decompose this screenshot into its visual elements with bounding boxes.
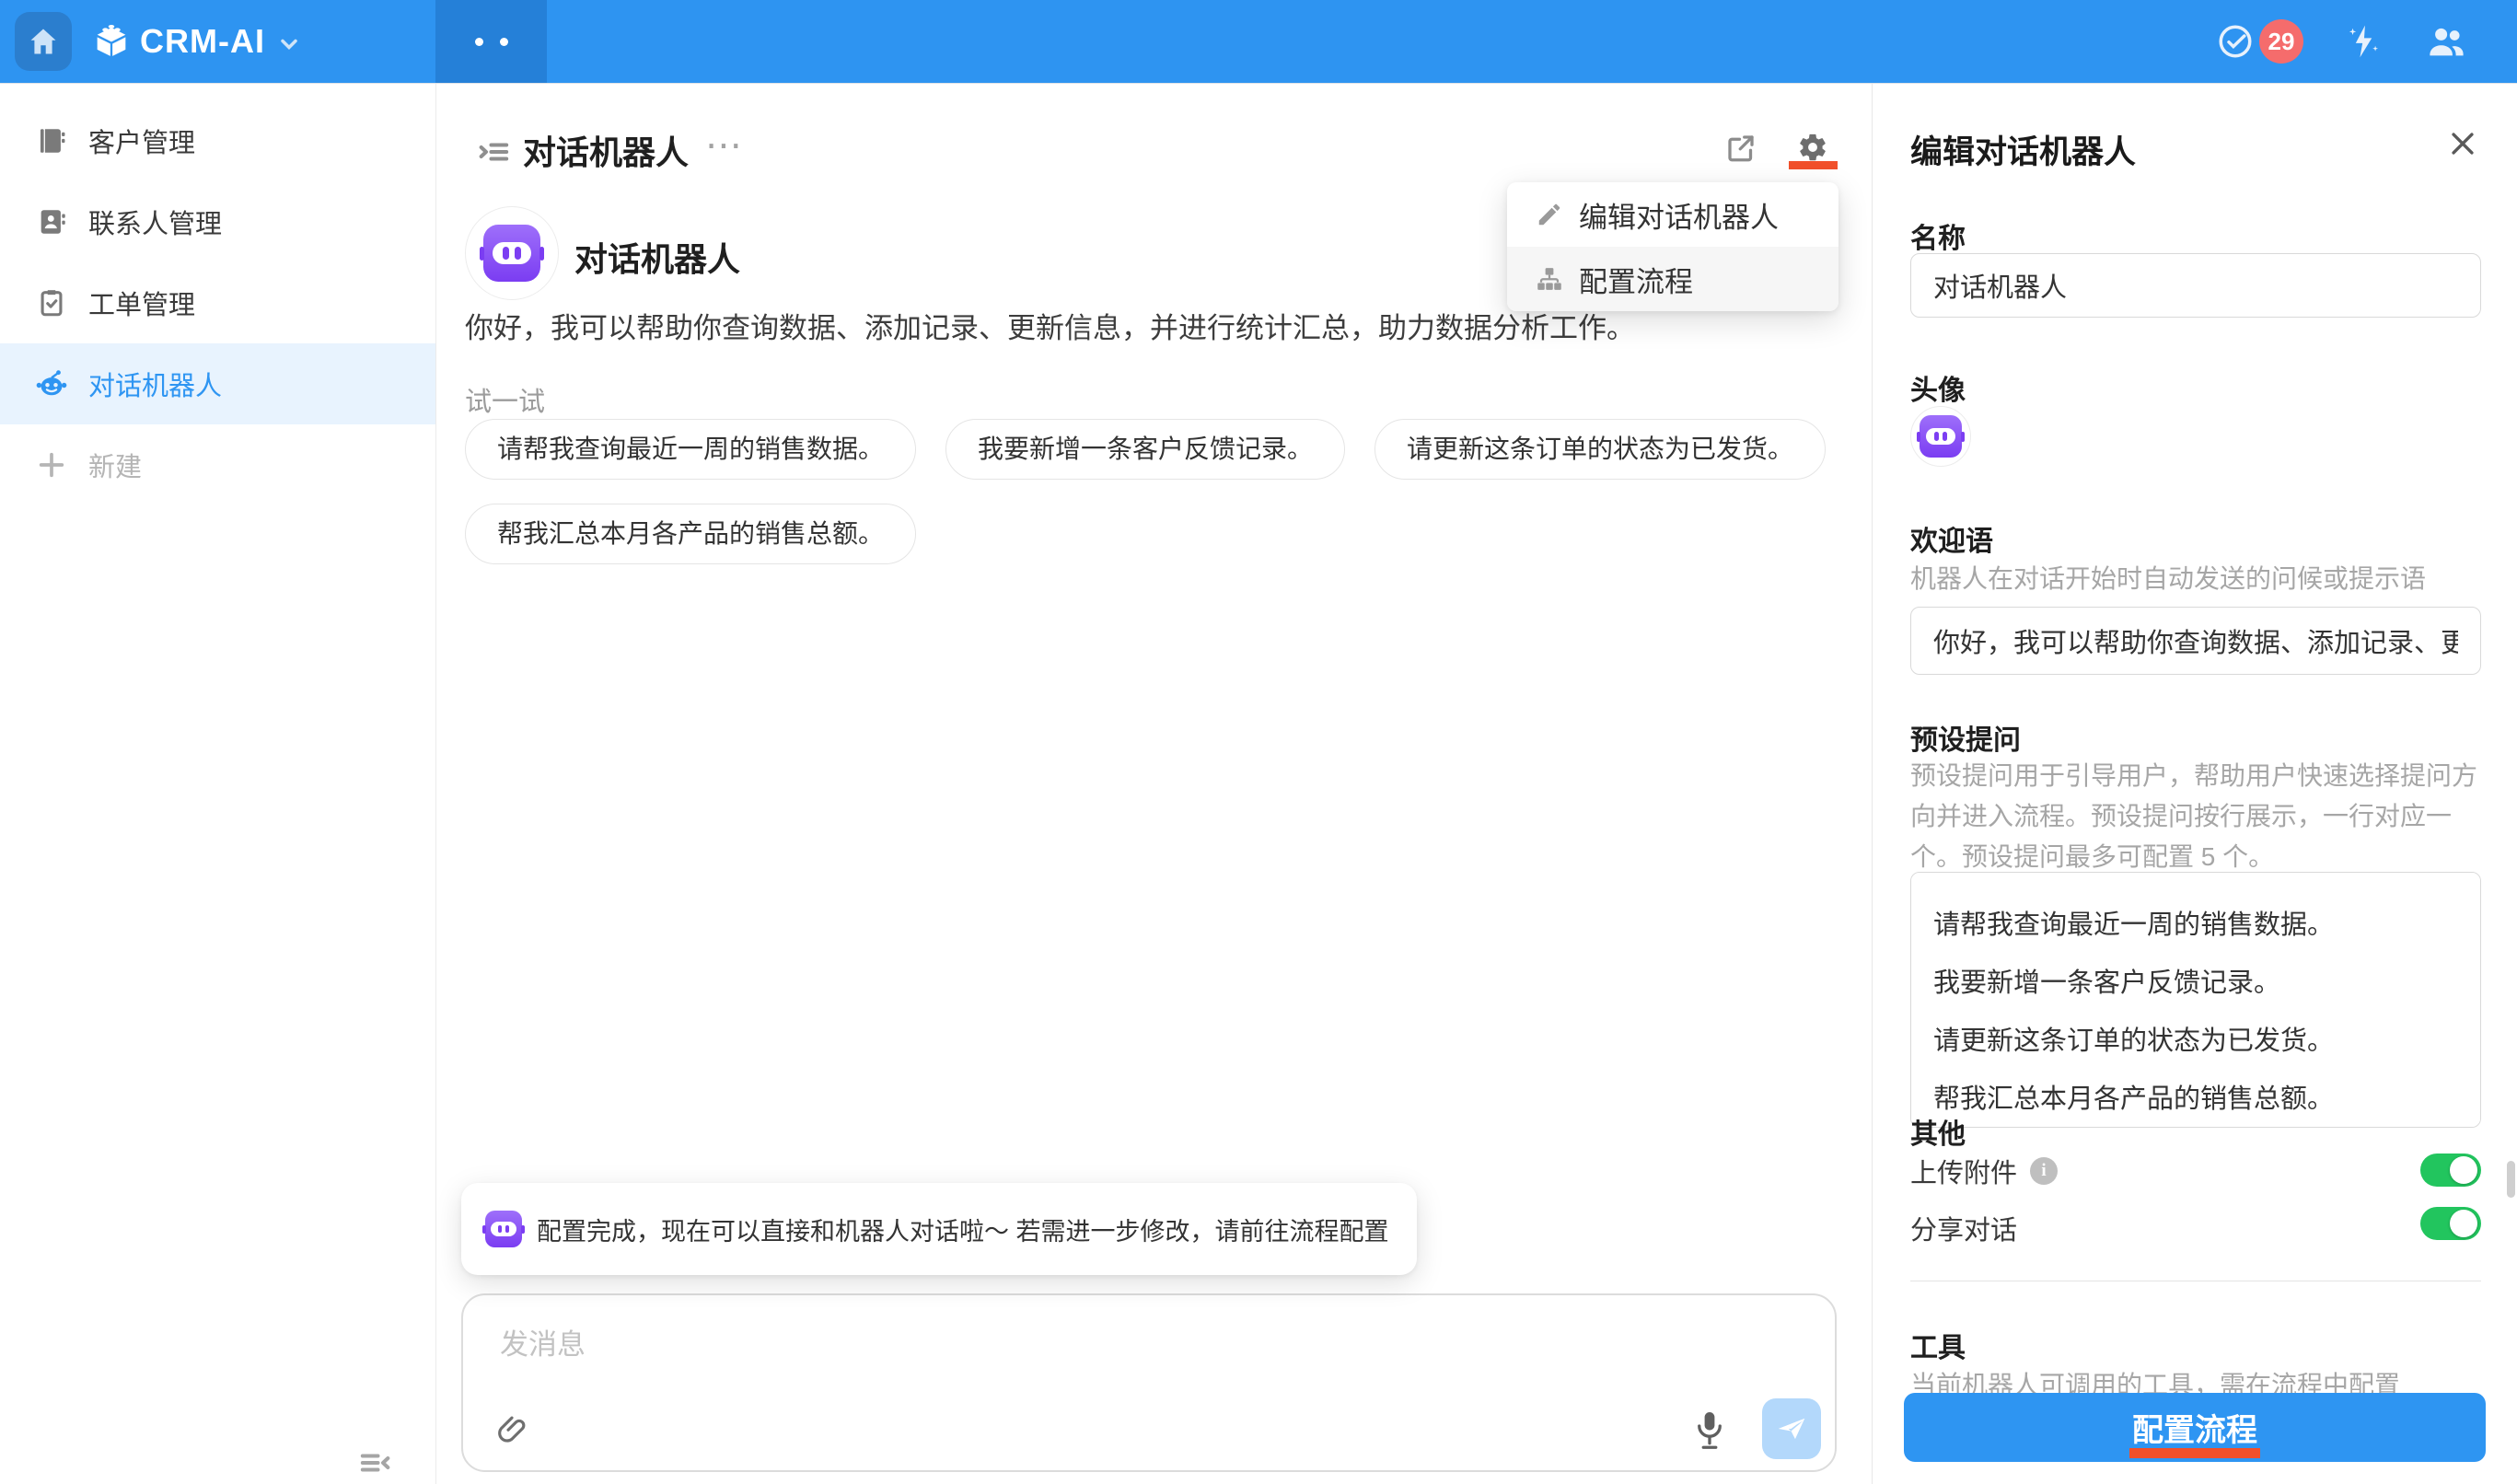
share-conversation-label: 分享对话: [1910, 1209, 2017, 1247]
share-conversation-toggle[interactable]: [2420, 1207, 2481, 1240]
upload-attachment-toggle[interactable]: [2420, 1154, 2481, 1187]
sidebar-item-new[interactable]: 新建: [0, 424, 435, 505]
notification-badge: 29: [2259, 19, 2303, 64]
title-more-button[interactable]: ⋯: [705, 124, 745, 167]
sidebar-item-chatbot[interactable]: 对话机器人: [0, 343, 435, 424]
menu-item-label: 配置流程: [1579, 259, 1693, 300]
message-input[interactable]: [498, 1319, 1800, 1406]
suggestion-chip[interactable]: 请帮我查询最近一周的销售数据。: [465, 419, 916, 480]
sidebar-item-customers[interactable]: 客户管理: [0, 100, 435, 181]
topbar-actions: 29: [2216, 0, 2467, 83]
notebook-icon: [35, 125, 68, 157]
bot-name: 对话机器人: [574, 233, 740, 281]
welcome-hint: 机器人在对话开始时自动发送的问候或提示语: [1910, 559, 2481, 599]
contact-card-icon: [35, 206, 68, 238]
send-icon: [1774, 1411, 1809, 1446]
other-section-label: 其他: [1910, 1111, 1966, 1152]
name-label: 名称: [1910, 215, 1966, 256]
home-icon: [27, 25, 60, 58]
bot-face-icon: [485, 1211, 522, 1247]
sidebar-item-label: 工单管理: [88, 284, 195, 322]
pencil-icon: [1535, 201, 1564, 228]
panel-title: 编辑对话机器人: [1910, 126, 2136, 173]
users-button[interactable]: [2425, 20, 2467, 63]
menu-item-configure-flow[interactable]: 配置流程: [1507, 247, 1838, 311]
panel-scrollbar-thumb[interactable]: [2507, 1161, 2515, 1198]
bot-face-icon: [1920, 415, 1962, 458]
suggestion-chip[interactable]: 帮我汇总本月各产品的销售总额。: [465, 504, 916, 564]
preset-questions-hint: 预设提问用于引导用户，帮助用户快速选择提问方向并进入流程。预设提问按行展示，一行…: [1910, 756, 2481, 877]
avatar-label: 头像: [1910, 367, 1966, 408]
gear-dropdown-menu: 编辑对话机器人 配置流程: [1507, 182, 1838, 311]
sidebar-item-label: 对话机器人: [88, 365, 222, 403]
sidebar-list: 客户管理 联系人管理 工单管理 对话机器人 新建: [0, 100, 435, 505]
tasks-button[interactable]: 29: [2216, 19, 2303, 64]
suggestion-chip[interactable]: 请更新这条订单的状态为已发货。: [1374, 419, 1826, 480]
bot-face-icon: [483, 225, 540, 282]
dot-icon: [475, 38, 483, 46]
preset-questions-label: 预设提问: [1910, 717, 2021, 758]
toast-notification: 配置完成，现在可以直接和机器人对话啦～ 若需进一步修改，请前往流程配置: [461, 1183, 1417, 1275]
sidebar-item-tickets[interactable]: 工单管理: [0, 262, 435, 343]
annotation-underline-gear: [1789, 161, 1838, 169]
menu-item-edit-bot[interactable]: 编辑对话机器人: [1507, 182, 1838, 247]
try-label: 试一试: [465, 380, 545, 419]
welcome-input[interactable]: [1910, 607, 2481, 675]
expand-panel-icon[interactable]: [475, 133, 512, 170]
edit-bot-panel: 编辑对话机器人 名称 头像 欢迎语 机器人在对话开始时自动发送的问候或提示语 预…: [1872, 84, 2517, 1484]
suggestion-chip[interactable]: 我要新增一条客户反馈记录。: [945, 419, 1345, 480]
close-icon[interactable]: [2447, 128, 2478, 159]
external-link-icon[interactable]: [1724, 132, 1757, 165]
suggestion-chips: 请帮我查询最近一周的销售数据。 我要新增一条客户反馈记录。 请更新这条订单的状态…: [465, 419, 1837, 564]
sidebar-item-label: 新建: [88, 446, 142, 484]
send-button[interactable]: [1762, 1398, 1821, 1459]
robot-icon: [35, 367, 68, 400]
dot-icon: [500, 38, 508, 46]
main-area: 对话机器人 ⋯ 编辑对话机器人 配置流程 对话机器人 你好，我可以帮助你查询数据…: [436, 84, 1872, 1484]
page-title: 对话机器人: [523, 126, 689, 174]
annotation-underline-cta: [2129, 1448, 2260, 1458]
chevron-down-icon[interactable]: [276, 31, 302, 57]
plus-icon: [35, 449, 68, 481]
check-circle-icon: [2216, 22, 2255, 61]
sidebar-item-label: 联系人管理: [88, 203, 222, 241]
topbar-more-tab[interactable]: [435, 0, 547, 83]
upload-attachment-row: 上传附件 i: [1910, 1152, 2058, 1190]
home-button[interactable]: [15, 12, 72, 71]
microphone-icon[interactable]: [1693, 1409, 1726, 1454]
toast-text: 配置完成，现在可以直接和机器人对话啦～ 若需进一步修改，请前往流程配置: [537, 1212, 1389, 1247]
configure-flow-button[interactable]: 配置流程: [1904, 1393, 2486, 1462]
blocks-logo-icon: [90, 20, 133, 63]
ai-magic-button[interactable]: [2344, 21, 2384, 62]
name-input[interactable]: [1910, 253, 2481, 318]
sidebar: 客户管理 联系人管理 工单管理 对话机器人 新建: [0, 84, 436, 1484]
bot-avatar: [465, 206, 559, 300]
avatar-picker[interactable]: [1910, 406, 1971, 467]
configure-flow-button-label: 配置流程: [2132, 1405, 2257, 1450]
attachment-icon[interactable]: [494, 1411, 529, 1446]
upload-attachment-label: 上传附件: [1910, 1152, 2017, 1190]
menu-item-label: 编辑对话机器人: [1579, 194, 1779, 236]
sidebar-item-label: 客户管理: [88, 122, 195, 160]
message-input-box: [461, 1293, 1837, 1472]
share-conversation-row: 分享对话: [1910, 1209, 2017, 1247]
welcome-label: 欢迎语: [1910, 518, 1993, 559]
clipboard-check-icon: [35, 287, 68, 319]
app-title: CRM-AI: [140, 22, 265, 61]
gear-icon[interactable]: [1797, 132, 1828, 163]
topbar: CRM-AI 29: [0, 0, 2517, 84]
preset-questions-textarea[interactable]: 请帮我查询最近一周的销售数据。 我要新增一条客户反馈记录。 请更新这条订单的状态…: [1910, 872, 2481, 1128]
collapse-sidebar-button[interactable]: [357, 1444, 394, 1481]
sidebar-item-contacts[interactable]: 联系人管理: [0, 181, 435, 262]
sitemap-icon: [1535, 265, 1564, 293]
bot-welcome-message: 你好，我可以帮助你查询数据、添加记录、更新信息，并进行统计汇总，助力数据分析工作…: [465, 305, 1635, 346]
info-icon[interactable]: i: [2030, 1157, 2058, 1185]
tools-section-label: 工具: [1910, 1325, 1966, 1365]
